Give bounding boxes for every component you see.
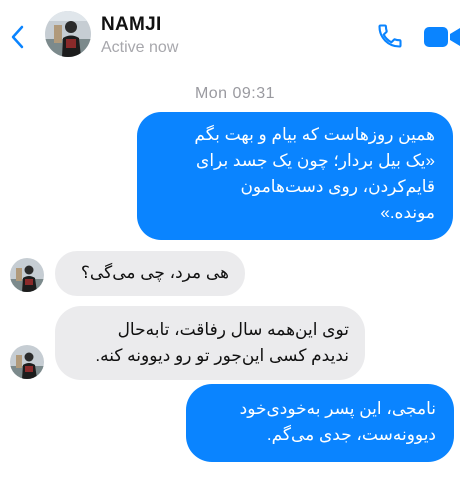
outgoing-message[interactable]: همین روزهاست که بیام و بهت بگم «یک بیل ب… (137, 112, 453, 240)
conversation-timestamp: Mon 09:31 (194, 85, 276, 102)
sender-avatar (10, 258, 44, 292)
chat-header: NAMJI Active now (0, 0, 470, 80)
video-call-button[interactable] (422, 24, 462, 50)
video-camera-icon (424, 27, 460, 47)
call-button[interactable] (376, 22, 404, 50)
outgoing-message[interactable]: نامجی، این پسر به‌خودی‌خود دیوونه‌ست، جد… (186, 384, 454, 462)
chevron-left-icon (11, 25, 24, 49)
sender-avatar (10, 345, 44, 379)
back-button[interactable] (8, 22, 28, 52)
incoming-message[interactable]: هی مرد، چی می‌گی؟ (55, 251, 245, 296)
phone-icon (378, 24, 402, 48)
contact-name[interactable]: NAMJI (101, 14, 162, 36)
active-status: Active now (101, 39, 179, 56)
incoming-message[interactable]: توی این‌همه سال رفاقت، تابه‌حال ندیدم کس… (55, 306, 365, 380)
contact-avatar[interactable] (45, 11, 91, 57)
